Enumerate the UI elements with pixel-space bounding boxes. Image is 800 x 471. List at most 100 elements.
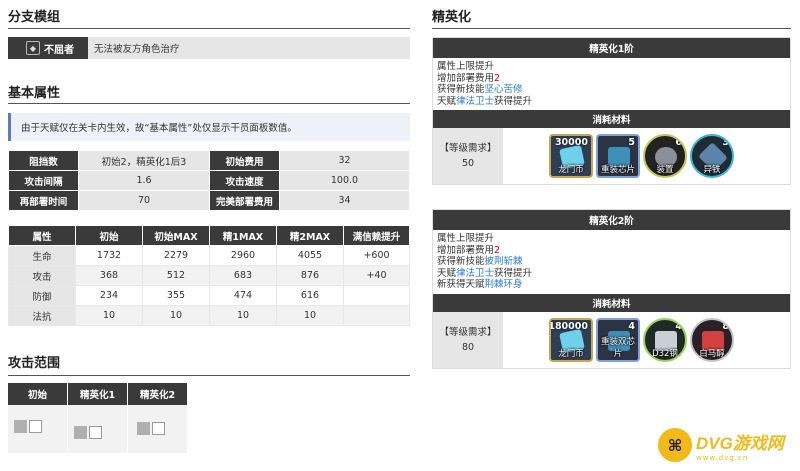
desc-line: 增加部署费用2: [437, 245, 786, 257]
material-count: 5: [628, 137, 635, 148]
req-value: 50: [461, 158, 475, 169]
attr-value: 1.6: [78, 170, 210, 191]
col-header: 精1MAX: [209, 225, 277, 246]
desc-text: 天赋: [437, 95, 457, 107]
table-row: 法抗 10 10 10 10: [8, 305, 410, 326]
material-white-horse-kohl[interactable]: 8 白马醇: [690, 317, 734, 362]
stat-label: 防御: [8, 285, 76, 306]
material-name: 龙门币: [558, 165, 584, 175]
material-lmd[interactable]: 180000 龙门币: [549, 317, 593, 362]
range-tile-self: [137, 422, 150, 435]
attack-range-table: 初始 精英化1 精英化2: [8, 383, 188, 453]
material-count: 30000: [554, 137, 588, 148]
stats-table: 属性 初始 初始MAX 精1MAX 精2MAX 满信赖提升 生命 1732 22…: [8, 225, 410, 326]
level-requirement: 【等级需求】 80: [433, 311, 503, 368]
range-header: 初始: [8, 383, 68, 405]
material-count: 8: [722, 320, 729, 332]
material-chip[interactable]: 5 重装芯片: [596, 134, 640, 178]
material-count: 180000: [549, 320, 588, 332]
stat-label: 法抗: [8, 305, 76, 326]
elite2-desc: 属性上限提升 增加部署费用2 获得新技能披荆斩棘 天赋律法卫士获得提升 新获得天…: [433, 230, 790, 294]
material-name: 异铁: [703, 165, 721, 175]
desc-line: 新获得天赋荆棘环身: [437, 279, 786, 291]
divider: [432, 28, 791, 29]
stat-label: 生命: [8, 245, 76, 266]
cost-header: 消耗材料: [433, 110, 790, 128]
material-count: 6: [675, 137, 682, 148]
talent-link[interactable]: 荆棘环身: [485, 279, 523, 290]
table-row: 防御 234 355 474 616: [8, 285, 410, 306]
range-grid-elite2: [128, 405, 188, 453]
desc-line: 属性上限提升: [437, 233, 495, 244]
material-name: 重装芯片: [600, 165, 635, 175]
branch-module-title: 分支模组: [8, 10, 61, 25]
desc-line: 增加部署费用2: [437, 73, 786, 85]
talent-link[interactable]: 律法卫士: [456, 268, 494, 279]
table-row: 攻击间隔 1.6 攻击速度 100.0: [8, 170, 410, 191]
skill-link[interactable]: 披荆斩棘: [485, 256, 523, 267]
desc-text: 天赋: [437, 267, 457, 279]
basic-attrs-table: 阻挡数 初始2，精英化1后3 初始费用 32 攻击间隔 1.6 攻击速度 100…: [8, 150, 410, 211]
range-tile: [29, 420, 42, 433]
attr-value: 34: [279, 190, 410, 211]
material-d32-steel[interactable]: 4 D32钢: [643, 317, 687, 362]
desc-line: 获得新技能披荆斩棘: [437, 256, 786, 268]
skill-link[interactable]: 坚心苦修: [485, 84, 523, 95]
table-row: 再部署时间 70 完美部署费用 34: [8, 190, 410, 211]
elite1-desc: 属性上限提升 增加部署费用2 获得新技能坚心苦修 天赋律法卫士获得提升: [433, 58, 790, 110]
logo-text: DVG游戏网: [696, 433, 784, 453]
desc-line: 属性上限提升: [437, 61, 495, 72]
branch-tag[interactable]: ◆ 不屈者: [8, 37, 88, 59]
attr-value: 初始2，精英化1后3: [78, 150, 210, 171]
stat-cell: [343, 305, 410, 326]
desc-line: 获得新技能坚心苦修: [437, 84, 786, 96]
stat-cell: +40: [343, 265, 410, 286]
cost-header: 消耗材料: [433, 293, 790, 312]
stat-cell: 616: [276, 285, 344, 306]
material-name: 白马醇: [699, 348, 725, 359]
divider: [8, 103, 410, 104]
table-row: 阻挡数 初始2，精英化1后3 初始费用 32: [8, 150, 410, 171]
stat-cell: 10: [209, 305, 277, 326]
stat-cell: 512: [142, 265, 210, 286]
attr-key: 初始费用: [209, 150, 280, 171]
stat-cell: 10: [142, 305, 210, 326]
desc-line: 天赋律法卫士获得提升: [437, 96, 786, 108]
stat-cell: 876: [276, 265, 344, 286]
col-header: 初始MAX: [142, 225, 210, 246]
material-oriron[interactable]: 3 异铁: [690, 134, 734, 178]
req-value: 80: [461, 341, 475, 353]
attr-value: 70: [78, 190, 210, 211]
stat-label: 攻击: [8, 265, 76, 286]
range-tile-self: [14, 420, 27, 433]
material-list: 180000 龙门币 4 重装双芯片 4 D32钢 8 白马醇: [503, 311, 790, 368]
material-dual-chip[interactable]: 4 重装双芯片: [596, 317, 640, 362]
elite1-header: 精英化1阶: [433, 38, 790, 58]
basic-attrs-title: 基本属性: [8, 86, 61, 101]
divider: [8, 28, 410, 29]
divider: [8, 375, 410, 376]
cost-increase: 2: [494, 72, 501, 84]
material-device[interactable]: 6 装置: [643, 134, 687, 178]
cost-increase: 2: [494, 244, 501, 256]
col-header: 属性: [8, 225, 76, 246]
range-header: 精英化2: [128, 383, 188, 405]
attr-key: 再部署时间: [8, 190, 79, 211]
talent-link[interactable]: 律法卫士: [456, 96, 494, 107]
col-header: 满信赖提升: [343, 225, 410, 246]
desc-text: 获得新技能: [437, 256, 485, 267]
desc-text: 获得提升: [494, 267, 533, 279]
material-count: 4: [675, 320, 682, 332]
range-header: 精英化1: [68, 383, 128, 405]
stat-cell: 234: [75, 285, 143, 306]
stat-cell: +600: [343, 245, 410, 266]
range-tile: [89, 426, 102, 439]
attr-key: 阻挡数: [8, 150, 79, 171]
stat-cell: 1732: [75, 245, 143, 266]
material-name: 龙门币: [558, 348, 584, 359]
stat-cell: 368: [75, 265, 143, 286]
material-lmd[interactable]: 30000 龙门币: [549, 134, 593, 178]
elite1-panel: 精英化1阶 属性上限提升 增加部署费用2 获得新技能坚心苦修 天赋律法卫士获得提…: [432, 37, 791, 185]
branch-module-row: ◆ 不屈者 无法被友方角色治疗: [8, 37, 410, 59]
range-tile: [152, 422, 165, 435]
